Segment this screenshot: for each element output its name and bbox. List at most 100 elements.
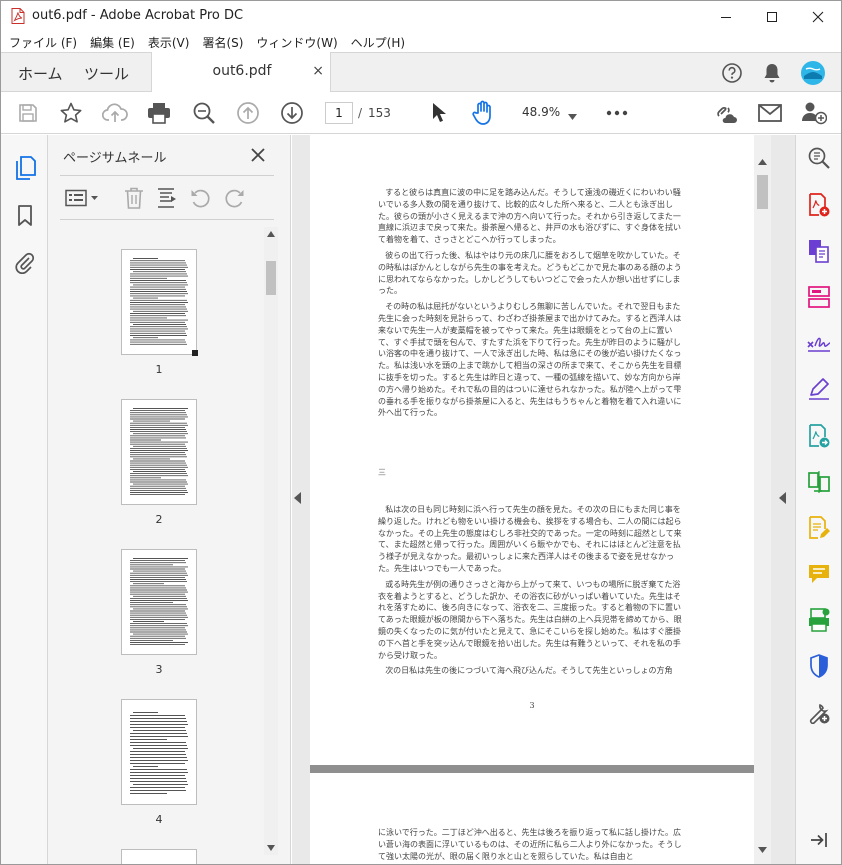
collapse-tools-button[interactable] bbox=[806, 827, 832, 853]
thumbnail-text-lines bbox=[130, 558, 188, 646]
combine-files-icon bbox=[809, 240, 829, 263]
help-button[interactable] bbox=[719, 60, 745, 86]
previous-page-button[interactable] bbox=[235, 100, 261, 126]
rotate-left-button[interactable] bbox=[188, 186, 214, 210]
thumbnail-scrollbar[interactable] bbox=[264, 227, 278, 855]
print-button[interactable] bbox=[146, 100, 172, 126]
scrollbar-thumb[interactable] bbox=[266, 261, 276, 295]
share-user-button[interactable] bbox=[801, 100, 827, 126]
bell-icon bbox=[764, 64, 780, 83]
extract-page-button[interactable] bbox=[154, 186, 180, 210]
account-avatar[interactable] bbox=[800, 60, 826, 86]
trash-icon bbox=[125, 187, 143, 209]
document-view[interactable]: すると彼らは真直に波の中に足を踏み込んだ。そうして遠浅の磯近くにわいわい騒いでい… bbox=[292, 135, 795, 864]
bookmark-icon bbox=[18, 205, 32, 226]
page-number-input[interactable]: 1 bbox=[325, 102, 353, 124]
close-window-button[interactable] bbox=[795, 1, 841, 32]
envelope-icon bbox=[758, 104, 782, 122]
delete-page-button[interactable] bbox=[121, 186, 147, 210]
menu-help[interactable]: ヘルプ(H) bbox=[351, 34, 405, 51]
tab-tools[interactable]: ツール bbox=[84, 63, 129, 84]
select-tool-button[interactable] bbox=[426, 100, 452, 126]
page-thumbnail[interactable] bbox=[121, 549, 197, 655]
add-user-icon bbox=[802, 102, 827, 125]
combine-files-tool[interactable] bbox=[806, 238, 832, 264]
thumbnail-label: 3 bbox=[155, 663, 163, 676]
paragraph: すると彼らは真直に波の中に足を踏み込んだ。そうして遠浅の磯近くにわいわい騒いでい… bbox=[378, 188, 682, 245]
notifications-button[interactable] bbox=[759, 60, 785, 86]
acrobat-window: out6.pdf - Adobe Acrobat Pro DC ファイル (F)… bbox=[0, 0, 842, 865]
menu-sign[interactable]: 署名(S) bbox=[202, 34, 243, 51]
panel-close-button[interactable] bbox=[248, 145, 268, 165]
printer-icon bbox=[148, 103, 170, 124]
scroll-up-icon[interactable] bbox=[758, 159, 767, 165]
scan-ocr-tool[interactable] bbox=[806, 607, 832, 633]
compare-files-tool[interactable] bbox=[806, 469, 832, 495]
request-signature-tool[interactable] bbox=[806, 376, 832, 402]
page-thumbnail[interactable] bbox=[121, 699, 197, 805]
page-thumbnails-button[interactable] bbox=[12, 155, 38, 181]
export-pdf-tool[interactable] bbox=[806, 423, 832, 449]
arrow-up-circle-icon bbox=[237, 102, 259, 124]
menu-edit[interactable]: 編集 (E) bbox=[90, 34, 135, 51]
create-pdf-tool[interactable] bbox=[806, 192, 832, 218]
page-thumbnail[interactable] bbox=[121, 399, 197, 505]
page-extract-icon bbox=[158, 188, 176, 208]
organize-pages-tool[interactable] bbox=[806, 284, 832, 310]
options-menu-icon bbox=[65, 189, 98, 207]
share-link-button[interactable] bbox=[712, 100, 738, 126]
tab-document-label: out6.pdf bbox=[212, 63, 272, 79]
more-tools-button[interactable] bbox=[806, 700, 832, 726]
thumbnail-text-lines bbox=[130, 258, 188, 345]
attachments-button[interactable] bbox=[12, 249, 38, 275]
bookmark-star-button[interactable] bbox=[58, 100, 84, 126]
scroll-up-icon[interactable] bbox=[267, 231, 275, 237]
signature-icon bbox=[807, 337, 831, 352]
bookmarks-button[interactable] bbox=[12, 203, 38, 229]
rotate-right-button[interactable] bbox=[221, 186, 247, 210]
panel-divider bbox=[60, 175, 274, 176]
tab-close-button[interactable]: × bbox=[312, 63, 324, 79]
rotate-cw-icon bbox=[225, 189, 244, 208]
cursor-arrow-icon bbox=[433, 103, 446, 122]
thumbnail-list: 1 2 3 4 bbox=[48, 227, 278, 864]
tab-home[interactable]: ホーム bbox=[18, 63, 63, 84]
pen-icon bbox=[809, 378, 829, 400]
hand-tool-button[interactable] bbox=[470, 100, 496, 126]
comment-tool[interactable] bbox=[806, 561, 832, 587]
menu-bar: ファイル (F) 編集 (E) 表示(V) 署名(S) ウィンドウ(W) ヘルプ… bbox=[1, 32, 841, 52]
zoom-search-button[interactable] bbox=[191, 100, 217, 126]
minimize-button[interactable] bbox=[703, 1, 749, 32]
magnifier-icon bbox=[193, 102, 215, 124]
menu-view[interactable]: 表示(V) bbox=[148, 34, 190, 51]
zoom-select[interactable]: 48.9% bbox=[513, 102, 583, 124]
arrow-down-circle-icon bbox=[281, 102, 303, 124]
pdf-page: すると彼らは真直に波の中に足を踏み込んだ。そうして遠浅の磯近くにわいわい騒いでい… bbox=[310, 135, 754, 765]
paragraph: 私は次の日も同じ時刻に浜へ行って先生の顔を見た。その次の日にもまた同じ事を繰り返… bbox=[378, 505, 682, 573]
maximize-button[interactable] bbox=[749, 1, 795, 32]
thumbnail-options-button[interactable] bbox=[62, 186, 102, 210]
menu-window[interactable]: ウィンドウ(W) bbox=[256, 34, 337, 51]
edit-pdf-tool[interactable] bbox=[806, 515, 832, 541]
tab-document[interactable]: out6.pdf × bbox=[151, 52, 331, 92]
scroll-down-icon[interactable] bbox=[267, 845, 275, 851]
enhance-scan-tool[interactable] bbox=[806, 145, 832, 171]
document-scrollbar[interactable] bbox=[754, 135, 771, 864]
resize-handle-icon[interactable] bbox=[192, 350, 198, 356]
page-thumbnail[interactable] bbox=[121, 249, 198, 356]
save-button[interactable] bbox=[15, 100, 41, 126]
scrollbar-thumb[interactable] bbox=[757, 175, 768, 209]
next-page-button[interactable] bbox=[279, 100, 305, 126]
protect-tool[interactable] bbox=[806, 653, 832, 679]
collapse-right-panel-icon[interactable] bbox=[778, 492, 786, 504]
page-thumbnail[interactable] bbox=[121, 849, 197, 864]
fill-sign-tool[interactable] bbox=[806, 330, 832, 356]
upload-cloud-button[interactable] bbox=[102, 100, 128, 126]
save-icon bbox=[19, 104, 37, 122]
thumbnail-label: 4 bbox=[155, 813, 163, 826]
scroll-down-icon[interactable] bbox=[758, 847, 767, 853]
email-button[interactable] bbox=[757, 100, 783, 126]
more-tools-button[interactable] bbox=[604, 100, 630, 126]
collapse-left-panel-icon[interactable] bbox=[294, 492, 302, 504]
menu-file[interactable]: ファイル (F) bbox=[9, 34, 77, 51]
